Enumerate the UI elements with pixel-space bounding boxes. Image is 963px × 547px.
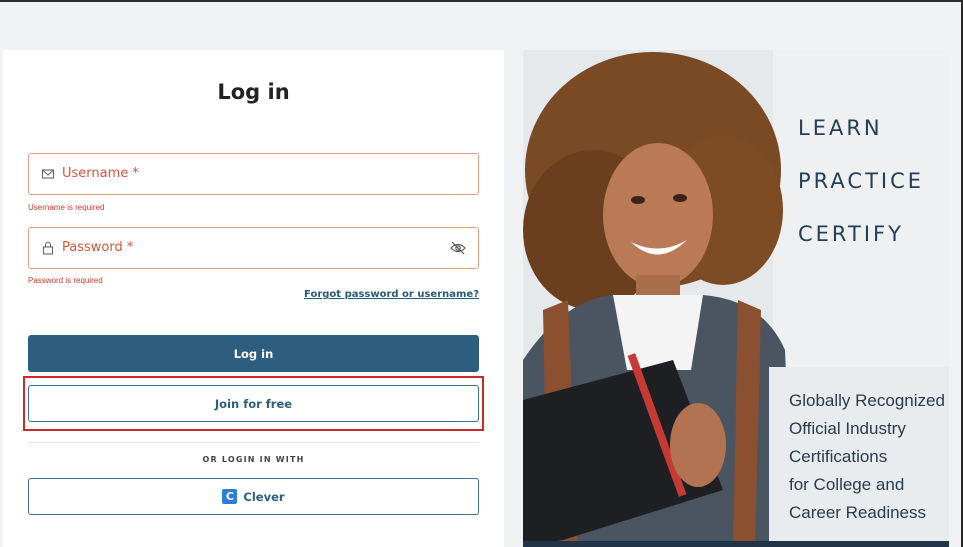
promo-word: LEARN (798, 116, 883, 140)
or-login-with-label: OR LOGIN IN WITH (202, 455, 305, 464)
divider (28, 442, 479, 443)
eye-off-icon[interactable] (450, 241, 466, 255)
password-label: Password * (62, 240, 134, 255)
promo-line: Career Readiness (789, 503, 927, 522)
promo-line: Certifications (789, 447, 888, 466)
username-field[interactable]: Username * (28, 153, 479, 195)
forgot-password-link[interactable]: Forgot password or username? (304, 289, 479, 300)
promo-tagline-box: Globally Recognized Official Industry Ce… (769, 367, 949, 547)
login-button[interactable]: Log in (28, 335, 479, 372)
promo-line: Official Industry (789, 419, 906, 438)
promo-word: CERTIFY (798, 222, 904, 246)
username-error: Username is required (28, 203, 105, 212)
promo-word: PRACTICE (798, 169, 925, 193)
password-field[interactable]: Password * (28, 227, 479, 269)
password-error: Password is required (28, 276, 103, 285)
clever-button-label: Clever (243, 489, 285, 504)
lock-icon (42, 241, 54, 255)
username-label: Username * (62, 166, 139, 181)
page-title: Log in (217, 80, 290, 104)
envelope-icon (41, 169, 55, 179)
window-top-border (0, 0, 963, 2)
promo-line: for College and (789, 475, 905, 494)
login-panel: Log in Username * Username is required P… (3, 50, 504, 547)
clever-login-button[interactable]: C Clever (28, 478, 479, 515)
promo-bottom-bar (523, 541, 949, 547)
promo-panel: LEARN PRACTICE CERTIFY Globally Recogniz… (523, 50, 949, 547)
promo-headline: LEARN PRACTICE CERTIFY (798, 102, 924, 261)
clever-logo-icon: C (222, 489, 238, 504)
join-for-free-button[interactable]: Join for free (28, 385, 479, 422)
promo-line: Globally Recognized (789, 391, 945, 410)
